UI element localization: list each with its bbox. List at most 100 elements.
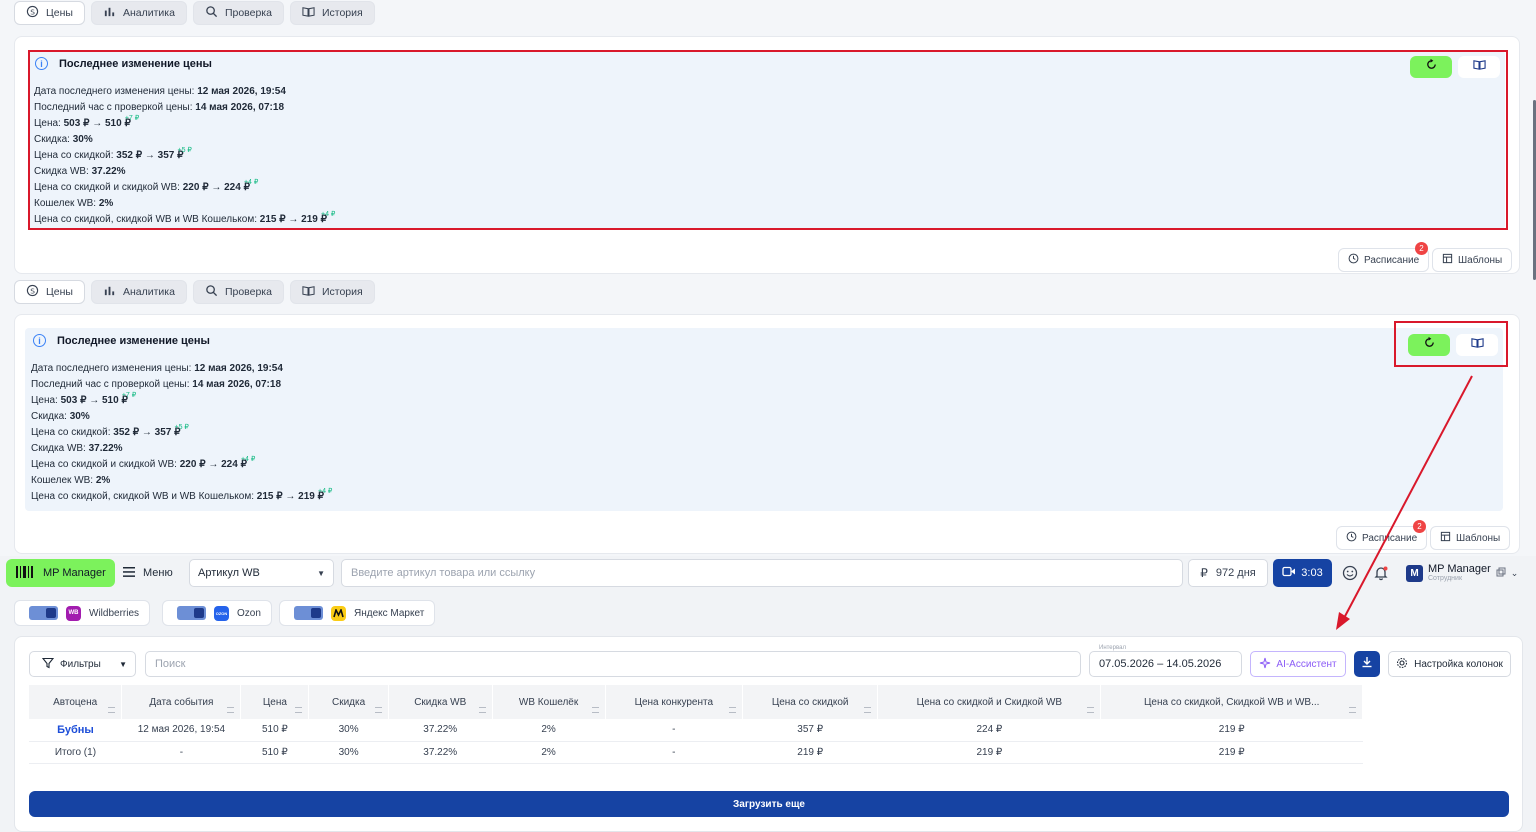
table-row: Бубны 12 мая 2026, 19:54 510 ₽ 30% 37.22… xyxy=(29,719,1363,742)
templates-button[interactable]: Шаблоны xyxy=(1432,248,1513,272)
subscription-days[interactable]: ₽ 972 дня xyxy=(1188,559,1268,587)
tab-history[interactable]: История xyxy=(289,1,375,25)
highlight-frame xyxy=(1394,321,1508,367)
marketplace-toggle-yandex[interactable]: Яндекс Маркет xyxy=(279,600,436,626)
drag-handle-icon[interactable] xyxy=(295,707,303,713)
table-cell: Итого (1) xyxy=(29,741,122,764)
drag-handle-icon[interactable] xyxy=(478,707,486,713)
download-button[interactable] xyxy=(1354,651,1380,677)
table-total-row: Итого (1) - 510 ₽ 30% 37.22% 2% - 219 ₽ … xyxy=(29,741,1363,764)
app-logo-button[interactable]: MP Manager xyxy=(6,559,115,587)
search-icon xyxy=(205,284,218,300)
drag-handle-icon[interactable] xyxy=(108,707,116,713)
tab-prices[interactable]: S Цены xyxy=(14,280,85,304)
table-header-row: Автоцена Дата события Цена Скидка Скидка… xyxy=(29,685,1363,719)
tab-analytics[interactable]: Аналитика xyxy=(90,280,187,304)
svg-text:S: S xyxy=(30,7,35,16)
column-settings-button[interactable]: Настройка колонок xyxy=(1388,651,1511,677)
menu-icon xyxy=(122,566,136,581)
video-icon xyxy=(1282,566,1296,580)
tab-label: Аналитика xyxy=(122,7,175,19)
drag-handle-icon[interactable] xyxy=(227,707,235,713)
tab-label: История xyxy=(321,7,363,19)
table-cell: 510 ₽ xyxy=(240,741,309,764)
wildberries-logo-icon: WB xyxy=(66,605,81,621)
table-cell: 37.22% xyxy=(388,719,493,742)
price-icon: S xyxy=(26,284,39,300)
drag-handle-icon[interactable] xyxy=(374,707,382,713)
drag-handle-icon[interactable] xyxy=(729,707,737,713)
copy-icon xyxy=(1496,564,1506,582)
column-header[interactable]: Цена со скидкой xyxy=(742,685,879,719)
table-cell: 219 ₽ xyxy=(877,741,1101,764)
ai-assistant-button[interactable]: AI-Ассистент xyxy=(1250,651,1346,677)
filter-icon xyxy=(41,657,55,672)
avatar: M xyxy=(1406,564,1423,582)
clock-icon xyxy=(1348,253,1359,267)
column-header[interactable]: Цена со скидкой и Скидкой WB xyxy=(877,685,1102,719)
column-header[interactable]: Цена конкурента xyxy=(605,685,744,719)
table-cell: 219 ₽ xyxy=(1100,741,1363,764)
column-header[interactable]: Цена со скидкой, Скидкой WB и WB... xyxy=(1100,685,1363,719)
table-cell: - xyxy=(121,741,241,764)
tab-label: Цены xyxy=(46,286,73,298)
screenshot-panel-1: S Цены Аналитика Проверка История i Посл… xyxy=(0,0,1536,278)
menu-button[interactable]: Меню xyxy=(122,559,173,587)
info-line: Дата последнего изменения цены: 12 мая 2… xyxy=(31,363,283,374)
template-icon xyxy=(1442,253,1453,267)
tab-history[interactable]: История xyxy=(289,280,375,304)
templates-button[interactable]: Шаблоны xyxy=(1430,526,1511,550)
table-cell: 357 ₽ xyxy=(742,719,878,742)
table-cell: 37.22% xyxy=(388,741,493,764)
tab-check[interactable]: Проверка xyxy=(192,280,284,304)
column-header[interactable]: Автоцена xyxy=(29,685,123,719)
tab-bar: S Цены Аналитика Проверка История xyxy=(14,1,375,25)
drag-handle-icon[interactable] xyxy=(1087,707,1095,713)
column-header[interactable]: Скидка WB xyxy=(388,685,493,719)
info-line: Последний час с проверкой цены: 14 мая 2… xyxy=(31,379,282,390)
clock-icon xyxy=(1346,531,1357,545)
svg-text:S: S xyxy=(30,286,35,295)
info-line: Цена со скидкой и скидкой WB: 220 ₽ → 22… xyxy=(31,456,256,470)
toggle-switch[interactable] xyxy=(177,606,206,620)
toggle-switch[interactable] xyxy=(29,606,58,620)
column-header[interactable]: Дата события xyxy=(121,685,242,719)
ruble-icon: ₽ xyxy=(1200,566,1208,580)
tab-check[interactable]: Проверка xyxy=(192,1,284,25)
load-more-button[interactable]: Загрузить еще xyxy=(29,791,1509,817)
price-change-card: i Последнее изменение цены Дата последне… xyxy=(14,36,1520,274)
table-cell: 30% xyxy=(308,719,389,742)
user-menu[interactable]: M MP Manager Сотрудник ⌄ xyxy=(1406,559,1526,587)
search-type-select[interactable]: Артикул WB ▼ xyxy=(189,559,334,587)
tab-analytics[interactable]: Аналитика xyxy=(90,1,187,25)
info-lines: Дата последнего изменения цены: 12 мая 2… xyxy=(31,361,332,505)
toggle-switch[interactable] xyxy=(294,606,323,620)
drag-handle-icon[interactable] xyxy=(864,707,872,713)
column-header[interactable]: Цена xyxy=(240,685,310,719)
yandex-market-logo-icon xyxy=(331,605,346,621)
date-range-picker[interactable]: 07.05.2026 – 14.05.2026 xyxy=(1089,651,1242,677)
chart-icon xyxy=(103,284,116,300)
bell-icon[interactable] xyxy=(1370,562,1392,584)
drag-handle-icon[interactable] xyxy=(1349,707,1356,713)
tab-label: Проверка xyxy=(224,7,272,19)
marketplace-toggle-wildberries[interactable]: WB Wildberries xyxy=(14,600,151,626)
tab-prices[interactable]: S Цены xyxy=(14,1,85,25)
info-box: i Последнее изменение цены Дата последне… xyxy=(25,328,1503,511)
table-cell: - xyxy=(605,741,743,764)
filters-button[interactable]: Фильтры ▼ xyxy=(29,651,136,677)
chevron-down-icon: ▼ xyxy=(317,568,325,578)
marketplace-toggle-ozon[interactable]: OZON Ozon xyxy=(162,600,272,626)
article-search-input[interactable]: Введите артикул товара или ссылку xyxy=(341,559,1183,587)
column-header[interactable]: WB Кошелёк xyxy=(492,685,606,719)
video-tutorial-button[interactable]: 3:03 xyxy=(1273,559,1332,587)
autoprice-link[interactable]: Бубны xyxy=(29,719,122,742)
price-icon: S xyxy=(26,5,39,21)
drag-handle-icon[interactable] xyxy=(591,707,599,713)
notification-badge: 2 xyxy=(1415,242,1428,255)
column-header[interactable]: Скидка xyxy=(308,685,389,719)
price-history-table-card: Фильтры ▼ Поиск 07.05.2026 – 14.05.2026 … xyxy=(14,636,1523,832)
table-search-input[interactable]: Поиск xyxy=(145,651,1081,677)
smile-icon[interactable] xyxy=(1339,562,1361,584)
table-cell: 219 ₽ xyxy=(1100,719,1363,742)
